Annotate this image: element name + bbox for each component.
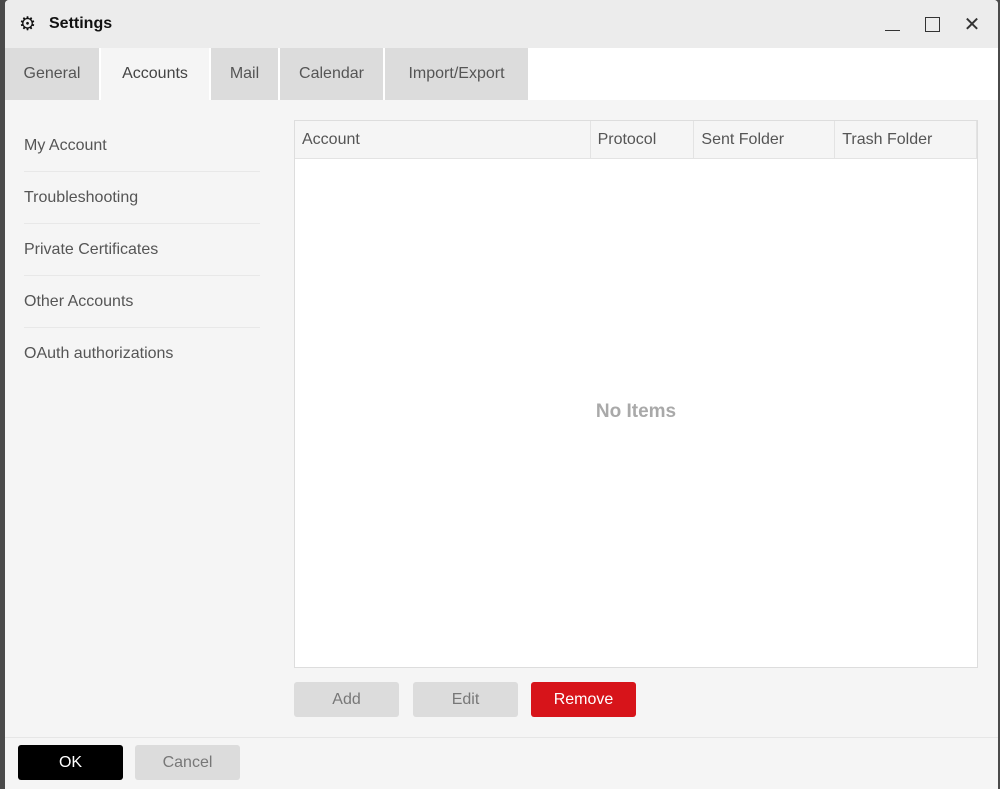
tab-import-export[interactable]: Import/Export: [385, 48, 528, 100]
settings-window: ⚙ Settings ✕ General Accounts Mail Calen…: [5, 0, 998, 789]
column-header-trash-folder[interactable]: Trash Folder: [835, 121, 978, 158]
column-header-account[interactable]: Account: [295, 121, 591, 158]
ok-button[interactable]: OK: [18, 745, 123, 780]
remove-button[interactable]: Remove: [531, 682, 636, 717]
dialog-footer: OK Cancel: [5, 737, 998, 789]
minimize-button[interactable]: [880, 12, 904, 36]
table-header: Account Protocol Sent Folder Trash Folde…: [295, 121, 978, 159]
tab-mail[interactable]: Mail: [211, 48, 278, 100]
tab-calendar[interactable]: Calendar: [280, 48, 383, 100]
sidebar-item-troubleshooting[interactable]: Troubleshooting: [24, 172, 260, 224]
tab-accounts[interactable]: Accounts: [101, 48, 209, 100]
title-bar: ⚙ Settings ✕: [5, 0, 998, 48]
add-button[interactable]: Add: [294, 682, 399, 717]
sidebar-item-private-certificates[interactable]: Private Certificates: [24, 224, 260, 276]
tab-bar: General Accounts Mail Calendar Import/Ex…: [5, 48, 998, 100]
column-header-protocol[interactable]: Protocol: [591, 121, 695, 158]
sidebar-item-oauth-authorizations[interactable]: OAuth authorizations: [24, 328, 260, 380]
maximize-icon: [924, 16, 940, 32]
gear-icon: ⚙: [19, 13, 37, 35]
accounts-table: Account Protocol Sent Folder Trash Folde…: [294, 120, 978, 668]
edit-button[interactable]: Edit: [413, 682, 518, 717]
minimize-icon: [884, 29, 900, 31]
accounts-sidebar: My Account Troubleshooting Private Certi…: [24, 120, 260, 380]
column-header-sent-folder[interactable]: Sent Folder: [694, 121, 836, 158]
empty-state: No Items: [595, 401, 677, 422]
sidebar-item-my-account[interactable]: My Account: [24, 120, 260, 172]
tab-general[interactable]: General: [5, 48, 99, 100]
close-icon: ✕: [963, 13, 981, 36]
maximize-button[interactable]: [920, 12, 944, 36]
cancel-button[interactable]: Cancel: [135, 745, 240, 780]
sidebar-item-other-accounts[interactable]: Other Accounts: [24, 276, 260, 328]
close-button[interactable]: ✕: [960, 12, 984, 36]
window-title: Settings: [49, 15, 113, 32]
